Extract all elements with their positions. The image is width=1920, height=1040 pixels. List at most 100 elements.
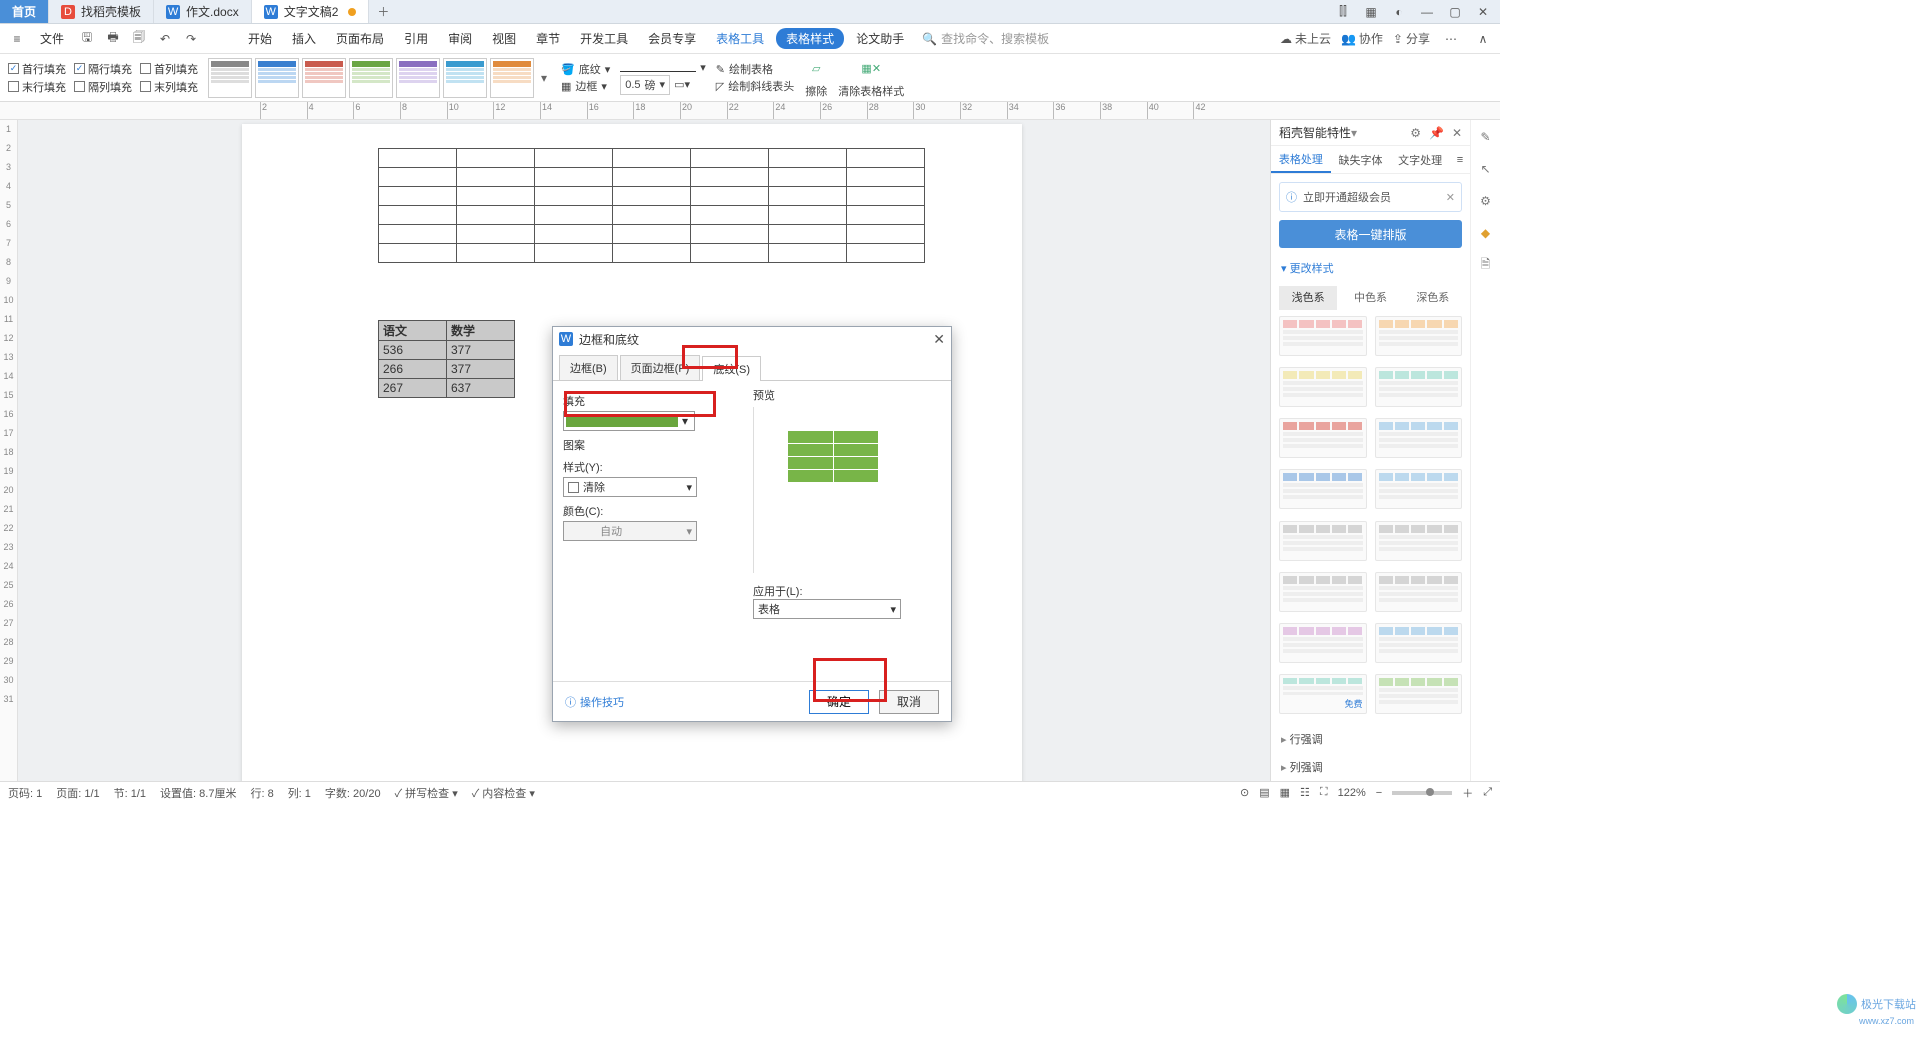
style-gray[interactable] — [208, 58, 252, 98]
tab-template[interactable]: D找稻壳模板 — [49, 0, 154, 23]
data-table[interactable]: 语文数学 536377 266377 267637 — [378, 320, 515, 398]
clear-style-button[interactable]: ▦✕清除表格样式 — [838, 57, 904, 99]
tab-page-border[interactable]: 页面边框(P) — [620, 355, 701, 380]
menu-thesis[interactable]: 论文助手 — [848, 30, 912, 47]
gallery-item[interactable] — [1279, 418, 1367, 458]
ptab-table[interactable]: 表格处理 — [1271, 146, 1331, 173]
chk-lastrow[interactable]: 末行填充 — [8, 79, 66, 95]
cancel-button[interactable]: 取消 — [879, 690, 939, 714]
hamburger-icon[interactable]: ≡ — [6, 28, 28, 50]
menu-view[interactable]: 视图 — [484, 30, 524, 47]
close-button[interactable]: ✕ — [1470, 1, 1496, 23]
fullscreen-icon[interactable]: ⤢ — [1483, 786, 1492, 799]
maximize-button[interactable]: ▢ — [1442, 1, 1468, 23]
preview-icon[interactable]: 🗐 — [128, 28, 150, 50]
zoom-value[interactable]: 122% — [1338, 787, 1366, 799]
gallery-item[interactable] — [1375, 367, 1463, 407]
file-menu[interactable]: 文件 — [32, 30, 72, 47]
style-red[interactable] — [302, 58, 346, 98]
row-emphasis-section[interactable]: 行强调 — [1281, 731, 1460, 747]
menu-review[interactable]: 审阅 — [440, 30, 480, 47]
status-spellcheck[interactable]: ✓ 拼写检查 ▾ — [395, 785, 458, 801]
ok-button[interactable]: 确定 — [809, 690, 869, 714]
print-icon[interactable]: 🖶 — [102, 28, 124, 50]
menu-ref[interactable]: 引用 — [396, 30, 436, 47]
style-purple[interactable] — [396, 58, 440, 98]
undo-icon[interactable]: ↶ — [154, 28, 176, 50]
menu-section[interactable]: 章节 — [528, 30, 568, 47]
more-icon[interactable]: ⋯ — [1440, 28, 1462, 50]
diamond-icon[interactable]: ◆ — [1477, 224, 1495, 242]
border-button[interactable]: ▦边框▾ — [561, 78, 610, 94]
focus-mode-icon[interactable]: ⊙ — [1240, 786, 1249, 799]
view-outline-icon[interactable]: ☷ — [1300, 786, 1310, 799]
dialog-titlebar[interactable]: W 边框和底纹 ✕ — [553, 327, 951, 351]
gallery-item[interactable] — [1375, 623, 1463, 663]
status-contentcheck[interactable]: ✓ 内容检查 ▾ — [472, 785, 535, 801]
zoom-in-button[interactable]: ＋ — [1462, 785, 1473, 801]
view-print-icon[interactable]: ▤ — [1259, 786, 1269, 799]
chk-bandedcol[interactable]: 隔列填充 — [74, 79, 132, 95]
redo-icon[interactable]: ↷ — [180, 28, 202, 50]
eraser-button[interactable]: ▱擦除 — [804, 57, 828, 99]
avatar-icon[interactable]: ◐ — [1386, 1, 1412, 23]
gallery-item[interactable] — [1279, 469, 1367, 509]
horizontal-ruler[interactable]: 24681012141618202224262830323436384042 — [0, 102, 1500, 120]
style-green[interactable] — [349, 58, 393, 98]
page-icon[interactable]: 🗎 — [1477, 256, 1495, 274]
chk-bandedrow[interactable]: ✓隔行填充 — [74, 61, 132, 77]
status-words[interactable]: 字数: 20/20 — [325, 785, 381, 801]
collapse-ribbon-icon[interactable]: ∧ — [1472, 28, 1494, 50]
coop-button[interactable]: 👥协作 — [1341, 30, 1383, 47]
ptab-font[interactable]: 缺失字体 — [1331, 146, 1391, 173]
gallery-item[interactable] — [1375, 572, 1463, 612]
gallery-item[interactable] — [1375, 316, 1463, 356]
dialog-close-button[interactable]: ✕ — [933, 331, 945, 348]
filter-dark[interactable]: 深色系 — [1404, 286, 1462, 310]
menu-table-style[interactable]: 表格样式 — [776, 28, 844, 49]
pin-icon[interactable]: 📌 — [1429, 126, 1444, 140]
banner-close-icon[interactable]: ✕ — [1446, 191, 1455, 204]
zoom-out-button[interactable]: − — [1376, 787, 1382, 799]
new-tab-button[interactable]: ＋ — [369, 0, 397, 23]
operation-tips-link[interactable]: ⓘ操作技巧 — [565, 694, 624, 710]
tab-home[interactable]: 首页 — [0, 0, 49, 23]
diagonal-header-button[interactable]: ◸绘制斜线表头 — [716, 78, 794, 94]
apply-to-combo[interactable]: 表格▾ — [753, 599, 901, 619]
filter-light[interactable]: 浅色系 — [1279, 286, 1337, 310]
gallery-item-free[interactable]: 免费 — [1279, 674, 1367, 714]
cursor-icon[interactable]: ↖ — [1477, 160, 1495, 178]
gallery-item[interactable] — [1279, 521, 1367, 561]
line-style-select[interactable]: ▾ — [620, 61, 706, 74]
share-button[interactable]: ⇪分享 — [1393, 30, 1430, 47]
chk-lastcol[interactable]: 末列填充 — [140, 79, 198, 95]
view-web-icon[interactable]: ▦ — [1280, 786, 1290, 799]
menu-layout[interactable]: 页面布局 — [328, 30, 392, 47]
tab-doc2[interactable]: W文字文稿2 — [252, 0, 370, 23]
panel-close-icon[interactable]: ✕ — [1452, 126, 1462, 140]
vip-banner[interactable]: ⓘ立即开通超级会员✕ — [1279, 182, 1462, 212]
one-click-layout-button[interactable]: 表格一键排版 — [1279, 220, 1462, 248]
fit-icon[interactable]: ⛶ — [1320, 786, 1328, 799]
gallery-item[interactable] — [1375, 469, 1463, 509]
gallery-item[interactable] — [1279, 572, 1367, 612]
draw-table-button[interactable]: ✎绘制表格 — [716, 61, 794, 77]
fill-color-dropdown[interactable]: ▾ — [563, 411, 695, 431]
ptab-more-icon[interactable]: ≡ — [1450, 146, 1470, 173]
gallery-item[interactable] — [1375, 674, 1463, 714]
status-pages[interactable]: 页面: 1/1 — [56, 785, 99, 801]
settings-icon[interactable]: ⚙ — [1477, 192, 1495, 210]
minimize-button[interactable]: — — [1414, 1, 1440, 23]
filter-medium[interactable]: 中色系 — [1341, 286, 1399, 310]
style-blue[interactable] — [255, 58, 299, 98]
gallery-item[interactable] — [1375, 521, 1463, 561]
ptab-text[interactable]: 文字处理 — [1390, 146, 1450, 173]
gallery-item[interactable] — [1279, 367, 1367, 407]
tab-border[interactable]: 边框(B) — [559, 355, 618, 380]
tab-doc1[interactable]: W作文.docx — [154, 0, 252, 23]
col-emphasis-section[interactable]: 列强调 — [1281, 759, 1460, 775]
save-icon[interactable]: 🖫 — [76, 28, 98, 50]
pattern-style-combo[interactable]: 清除▾ — [563, 477, 697, 497]
command-search[interactable]: 🔍查找命令、搜索模板 — [922, 30, 1049, 47]
gallery-item[interactable] — [1375, 418, 1463, 458]
